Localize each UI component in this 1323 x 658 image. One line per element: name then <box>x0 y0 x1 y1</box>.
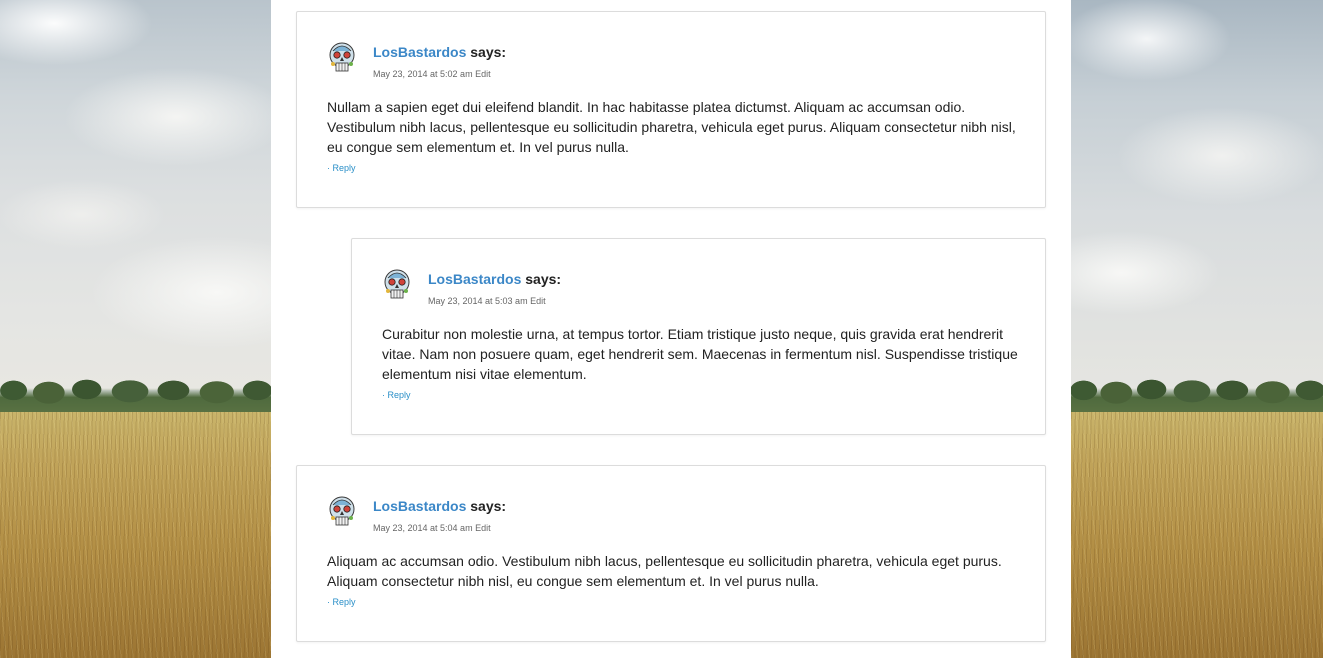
comment: LosBastardos says: May 23, 2014 at 5:04 … <box>296 465 1046 642</box>
comment-date-link[interactable]: May 23, 2014 at 5:03 am <box>428 296 528 306</box>
comment-meta: May 23, 2014 at 5:03 am Edit <box>428 296 546 306</box>
comment: LosBastardos says: May 23, 2014 at 5:02 … <box>296 11 1046 208</box>
comment-header: LosBastardos says: May 23, 2014 at 5:02 … <box>327 42 1015 82</box>
comment-text: Aliquam ac accumsan odio. Vestibulum nib… <box>327 553 1002 589</box>
background-right <box>1071 0 1323 658</box>
author-line: LosBastardos says: <box>428 271 561 287</box>
comment-text: Curabitur non molestie urna, at tempus t… <box>382 326 1018 382</box>
comment-header: LosBastardos says: May 23, 2014 at 5:04 … <box>327 496 1015 536</box>
says-label: says: <box>470 44 507 60</box>
says-label: says: <box>525 271 562 287</box>
author-link[interactable]: LosBastardos <box>428 271 521 287</box>
edit-link[interactable]: Edit <box>475 69 491 79</box>
edit-link[interactable]: Edit <box>530 296 546 306</box>
background-left <box>0 0 271 658</box>
reply-container: · Reply <box>327 597 356 607</box>
reply-container: · Reply <box>382 390 411 400</box>
reply-container: · Reply <box>327 163 356 173</box>
sky-image <box>1071 0 1323 390</box>
reply-link[interactable]: Reply <box>333 163 356 173</box>
wheat-field-image <box>1071 412 1323 658</box>
sky-image <box>0 0 271 390</box>
comment-date-link[interactable]: May 23, 2014 at 5:02 am <box>373 69 473 79</box>
comment-text: Nullam a sapien eget dui eleifend blandi… <box>327 99 1016 155</box>
skull-avatar-icon[interactable] <box>327 42 357 74</box>
author-link[interactable]: LosBastardos <box>373 498 466 514</box>
comment-meta: May 23, 2014 at 5:02 am Edit <box>373 69 491 79</box>
author-line: LosBastardos says: <box>373 44 506 60</box>
skull-avatar-icon[interactable] <box>327 496 357 528</box>
wheat-field-image <box>0 412 271 658</box>
skull-avatar-icon[interactable] <box>382 269 412 301</box>
edit-link[interactable]: Edit <box>475 523 491 533</box>
comment-meta: May 23, 2014 at 5:04 am Edit <box>373 523 491 533</box>
reply-link[interactable]: Reply <box>333 597 356 607</box>
comment-header: LosBastardos says: May 23, 2014 at 5:03 … <box>382 269 1015 309</box>
comment-date-link[interactable]: May 23, 2014 at 5:04 am <box>373 523 473 533</box>
comment-reply: LosBastardos says: May 23, 2014 at 5:03 … <box>351 238 1046 435</box>
says-label: says: <box>470 498 507 514</box>
author-line: LosBastardos says: <box>373 498 506 514</box>
author-link[interactable]: LosBastardos <box>373 44 466 60</box>
reply-link[interactable]: Reply <box>388 390 411 400</box>
comments-column: LosBastardos says: May 23, 2014 at 5:02 … <box>271 0 1071 658</box>
